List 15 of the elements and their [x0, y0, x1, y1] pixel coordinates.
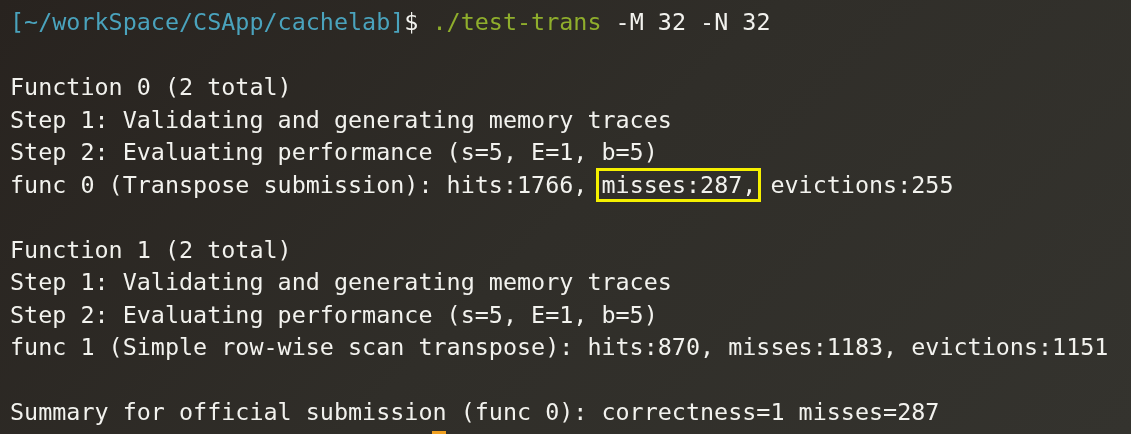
prompt-path: [~/workSpace/CSApp/cachelab] — [10, 8, 405, 36]
prompt-symbol: $ — [404, 8, 419, 36]
command-arguments: -M 32 -N 32 — [614, 8, 771, 36]
command-name: ./test-trans — [432, 8, 602, 36]
output-text: Step 2: Evaluating performance (s=5, E=1, b=5) — [10, 138, 658, 166]
output-text: Function 0 (2 total) — [10, 73, 292, 101]
output-text: Step 2: Evaluating performance (s=5, E=1, b=5) — [10, 300, 658, 329]
output-text: Step 1: Validating and generating memory traces — [10, 105, 672, 134]
output-text: func 0 (Transpose submission): hits:1766, — [10, 170, 589, 199]
output-text: Summary for official submission (func 0): correctness=1 misses=287 — [10, 398, 940, 426]
highlight-box: misses:287, — [599, 170, 759, 199]
output-text: evictions:255 — [769, 170, 954, 199]
output-text: Step 1: Validating and generating memory traces — [10, 268, 672, 296]
output-text: Function 1 (2 total) — [10, 235, 292, 264]
output-text: func 1 (Simple row-wise scan transpose): hits:870, misses:1183, evictions:1151 — [10, 333, 1109, 361]
